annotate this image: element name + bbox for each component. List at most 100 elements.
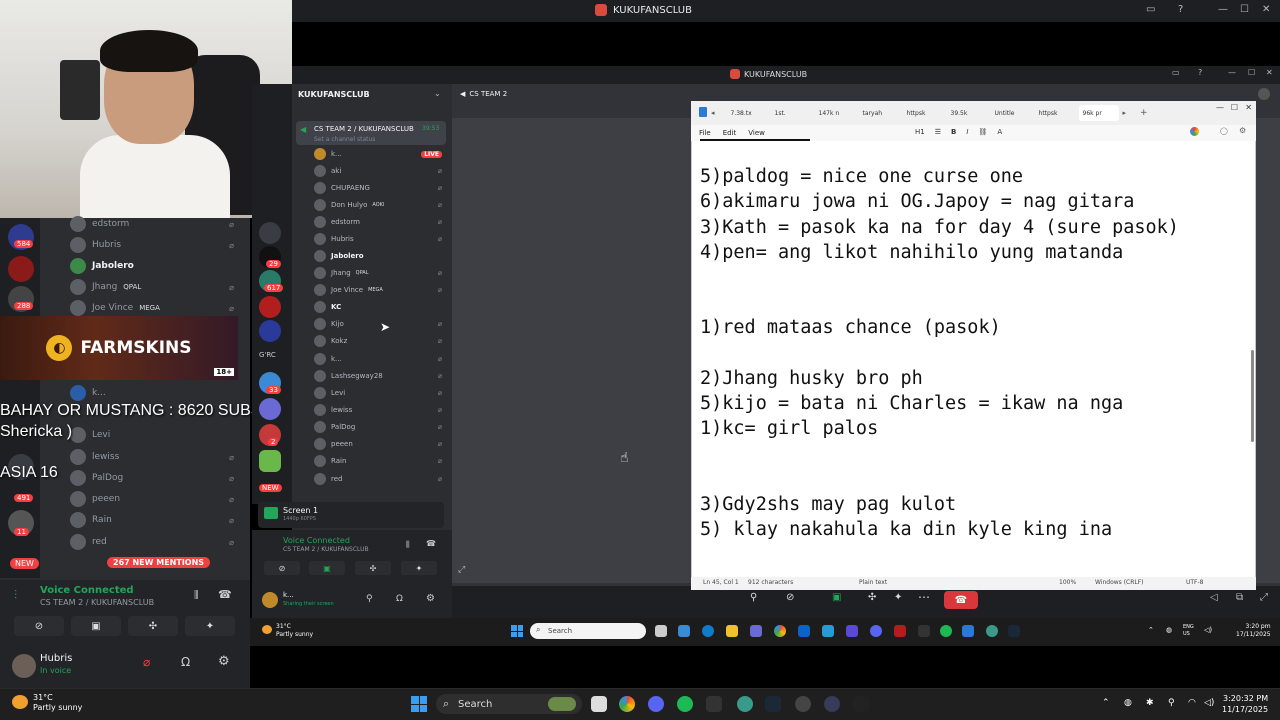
app-icon[interactable] bbox=[795, 696, 811, 712]
settings-gear-icon[interactable]: ⚙ bbox=[1239, 126, 1246, 135]
list-item[interactable]: Hubris ⌀ bbox=[70, 235, 240, 255]
wifi-icon[interactable]: ◠ bbox=[1188, 698, 1196, 708]
list-item[interactable]: edstorm ⌀ bbox=[314, 214, 446, 230]
list-icon[interactable]: ☰ bbox=[935, 128, 941, 136]
maximize-button[interactable]: ☐ bbox=[1231, 103, 1238, 112]
list-item[interactable]: KC bbox=[314, 299, 446, 315]
file-explorer-icon[interactable] bbox=[726, 625, 738, 637]
soundboard-button[interactable]: ✦ bbox=[185, 616, 235, 636]
camera-off-button[interactable]: ⊘ bbox=[14, 616, 64, 636]
activities-icon[interactable]: ✣ bbox=[868, 592, 876, 603]
list-item[interactable]: Kokz ⌀ bbox=[314, 333, 446, 349]
taskview-icon[interactable] bbox=[591, 696, 607, 712]
tray-chevron-icon[interactable]: ⌃ bbox=[1148, 626, 1154, 634]
app-icon[interactable] bbox=[894, 625, 906, 637]
camera-off-button[interactable]: ⊘ bbox=[264, 561, 300, 575]
noise-suppression-icon[interactable]: ⫼ bbox=[194, 590, 199, 601]
list-item[interactable]: k... ⌀ bbox=[314, 351, 446, 367]
list-item[interactable]: Don Hulyo AOKI ⌀ bbox=[314, 197, 446, 213]
settings-gear-icon[interactable]: ⚙ bbox=[426, 593, 435, 604]
tray-chevron-icon[interactable]: ⌃ bbox=[1102, 698, 1110, 708]
activities-button[interactable]: ✣ bbox=[355, 561, 391, 575]
popout-icon[interactable]: ⧉ bbox=[1236, 592, 1243, 603]
list-item[interactable]: Levi ⌀ bbox=[314, 385, 446, 401]
headphones-icon[interactable]: Ω bbox=[396, 594, 403, 604]
new-mentions-pill[interactable]: 267 NEW MENTIONS bbox=[107, 557, 211, 568]
list-item[interactable]: Jhang QPAL ⌀ bbox=[70, 277, 240, 297]
server-icon[interactable] bbox=[259, 222, 281, 244]
steam-icon[interactable] bbox=[765, 696, 781, 712]
photos-icon[interactable] bbox=[822, 625, 834, 637]
weather-widget[interactable]: 31°C Partly sunny bbox=[276, 623, 313, 639]
server-icon[interactable] bbox=[259, 320, 281, 342]
mic-icon[interactable]: ⚲ bbox=[750, 592, 757, 603]
server-icon[interactable] bbox=[259, 296, 281, 318]
heading-dropdown[interactable]: H1 bbox=[915, 128, 925, 136]
list-item[interactable]: red ⌀ bbox=[70, 532, 240, 552]
notepad-tab[interactable]: 7.38.tx bbox=[727, 105, 767, 121]
noise-suppression-icon[interactable]: ⫼ bbox=[406, 540, 410, 550]
app-icon[interactable] bbox=[737, 696, 753, 712]
close-button[interactable]: ✕ bbox=[1266, 68, 1273, 77]
bold-icon[interactable]: B bbox=[951, 128, 956, 136]
disconnect-icon[interactable]: ☎ bbox=[426, 539, 436, 548]
list-item[interactable]: Jhang QPAL ⌀ bbox=[314, 265, 446, 281]
list-item[interactable]: lewiss ⌀ bbox=[314, 402, 446, 418]
store-icon[interactable] bbox=[750, 625, 762, 637]
app-icon[interactable] bbox=[853, 696, 869, 712]
app-icon[interactable] bbox=[706, 696, 722, 712]
minimize-button[interactable]: — bbox=[1228, 68, 1236, 77]
screenshare-icon[interactable]: ▭ bbox=[1146, 4, 1155, 15]
scroll-tabs-left-icon[interactable]: ◂ bbox=[711, 109, 715, 117]
spotify-icon[interactable] bbox=[940, 625, 952, 637]
copilot-icon[interactable] bbox=[1190, 127, 1199, 136]
camera-off-icon[interactable]: ⊘ bbox=[786, 592, 794, 603]
app-icon[interactable] bbox=[918, 625, 930, 637]
copilot-icon[interactable] bbox=[678, 625, 690, 637]
server-icon[interactable] bbox=[259, 398, 281, 420]
fullscreen-icon[interactable]: ⤢ bbox=[1260, 592, 1268, 603]
more-options-icon[interactable]: ⋯ bbox=[918, 590, 930, 604]
screenshare-button[interactable]: ▣ bbox=[309, 561, 345, 575]
account-icon[interactable]: ◯ bbox=[1220, 127, 1228, 135]
network-icon[interactable]: ◍ bbox=[1124, 698, 1132, 708]
steam-icon[interactable] bbox=[1008, 625, 1020, 637]
edge-icon[interactable] bbox=[702, 625, 714, 637]
inbox-icon[interactable]: ▭ bbox=[1172, 68, 1180, 77]
notepad-tab[interactable]: httpsk bbox=[903, 105, 943, 121]
popout-icon[interactable]: ⤢ bbox=[458, 565, 465, 575]
list-item[interactable]: peeen ⌀ bbox=[314, 436, 446, 452]
list-item[interactable]: Rain ⌀ bbox=[314, 453, 446, 469]
close-button[interactable]: ✕ bbox=[1262, 4, 1270, 15]
language-indicator[interactable]: ENG US bbox=[1183, 624, 1194, 638]
app-icon[interactable] bbox=[824, 696, 840, 712]
clear-format-icon[interactable]: A bbox=[997, 128, 1002, 136]
list-item[interactable]: edstorm ⌀ bbox=[70, 214, 240, 234]
channel-status[interactable]: Set a channel status bbox=[314, 136, 375, 143]
help-icon[interactable]: ? bbox=[1178, 4, 1183, 15]
list-item[interactable]: CHUPAENG ⌀ bbox=[314, 180, 446, 196]
chrome-icon[interactable] bbox=[774, 625, 786, 637]
close-button[interactable]: ✕ bbox=[1245, 103, 1252, 112]
server-name-header[interactable]: KUKUFANSCLUB bbox=[298, 90, 370, 99]
notepad-tab[interactable]: 147k n bbox=[815, 105, 855, 121]
menu-file[interactable]: File bbox=[699, 129, 711, 137]
scroll-tabs-right-icon[interactable]: ▸ bbox=[1123, 109, 1127, 117]
network-icon[interactable]: ◍ bbox=[1166, 626, 1172, 634]
mic-icon[interactable]: ⚲ bbox=[1168, 698, 1175, 708]
maximize-button[interactable]: ☐ bbox=[1240, 4, 1249, 15]
list-item[interactable]: Lashsegway28 ⌀ bbox=[314, 368, 446, 384]
taskbar-search[interactable]: ⌕ Search bbox=[530, 623, 646, 639]
taskview-icon[interactable] bbox=[655, 625, 667, 637]
italic-icon[interactable]: I bbox=[966, 128, 968, 136]
server-icon-grc[interactable]: G'RC bbox=[259, 351, 276, 359]
settings-gear-icon[interactable]: ⚙ bbox=[218, 654, 230, 669]
soundboard-button[interactable]: ✦ bbox=[401, 561, 437, 575]
activities-button[interactable]: ✣ bbox=[128, 616, 178, 636]
system-clock[interactable]: 3:20:32 PM 11/17/2025 bbox=[1222, 693, 1268, 715]
discord-icon[interactable] bbox=[870, 625, 882, 637]
server-icon[interactable] bbox=[259, 450, 281, 472]
list-item[interactable]: Jabolero bbox=[314, 248, 446, 264]
discord-icon[interactable] bbox=[648, 696, 664, 712]
bluetooth-icon[interactable]: ✱ bbox=[1146, 698, 1154, 708]
